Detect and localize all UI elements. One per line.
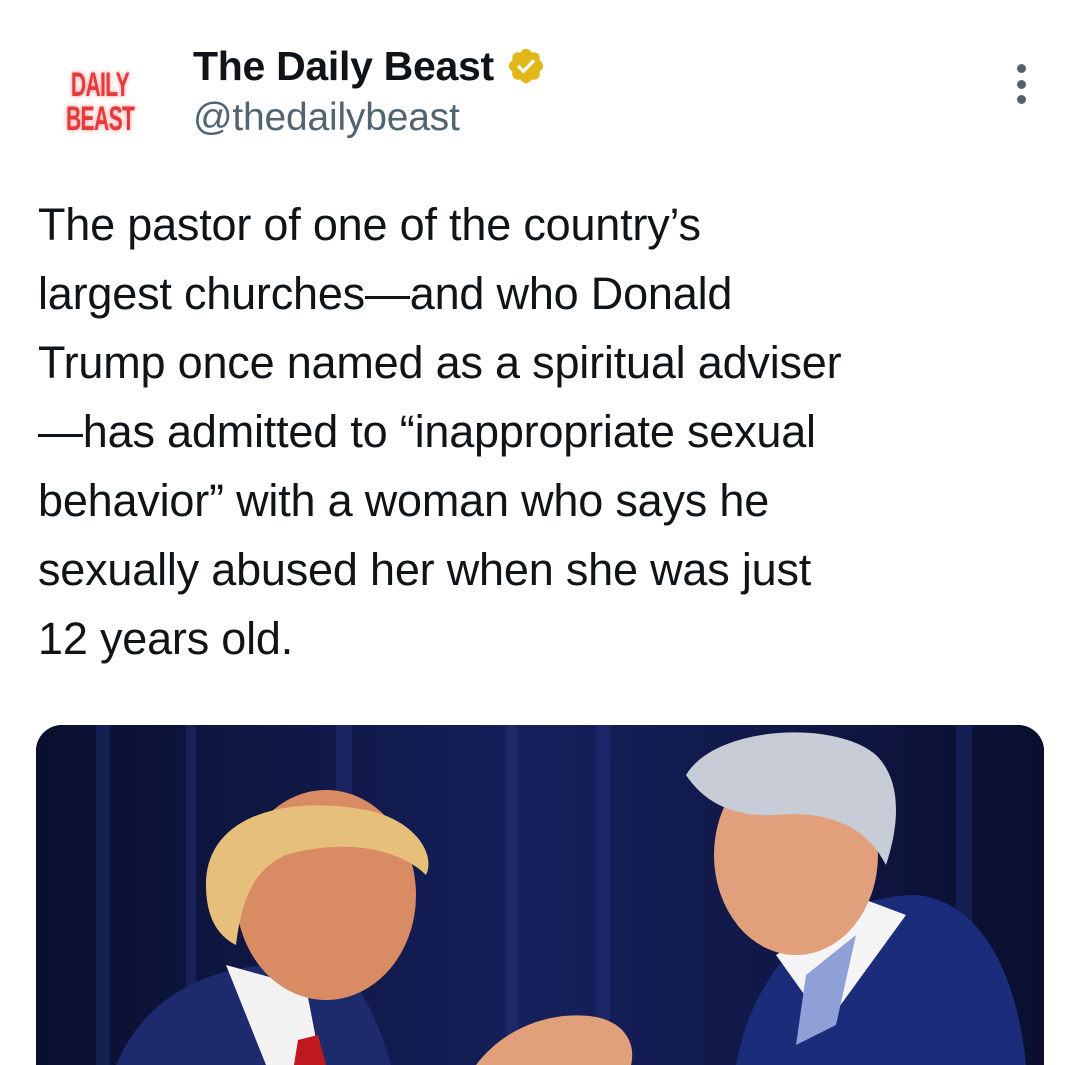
- avatar-logo-line-2: BEAST: [65, 100, 135, 138]
- display-name[interactable]: The Daily Beast: [193, 43, 494, 90]
- more-dot: [1016, 95, 1026, 104]
- photo-illustration: [36, 725, 1044, 1065]
- more-options-icon[interactable]: [1008, 64, 1034, 104]
- more-dot: [1016, 64, 1026, 73]
- tweet-card: DAILY BEAST The Daily Beast @thedailybea…: [0, 0, 1080, 1065]
- author-block: The Daily Beast @thedailybeast: [193, 40, 546, 140]
- more-dot: [1016, 79, 1026, 89]
- verified-badge-icon[interactable]: [506, 46, 546, 86]
- avatar[interactable]: DAILY BEAST: [40, 42, 160, 162]
- tweet-media-photo[interactable]: [36, 725, 1044, 1065]
- display-name-row: The Daily Beast: [193, 40, 546, 92]
- tweet-text: The pastor of one of the country’s large…: [38, 199, 842, 664]
- avatar-logo-line-1: DAILY: [70, 66, 130, 104]
- handle[interactable]: @thedailybeast: [193, 96, 546, 140]
